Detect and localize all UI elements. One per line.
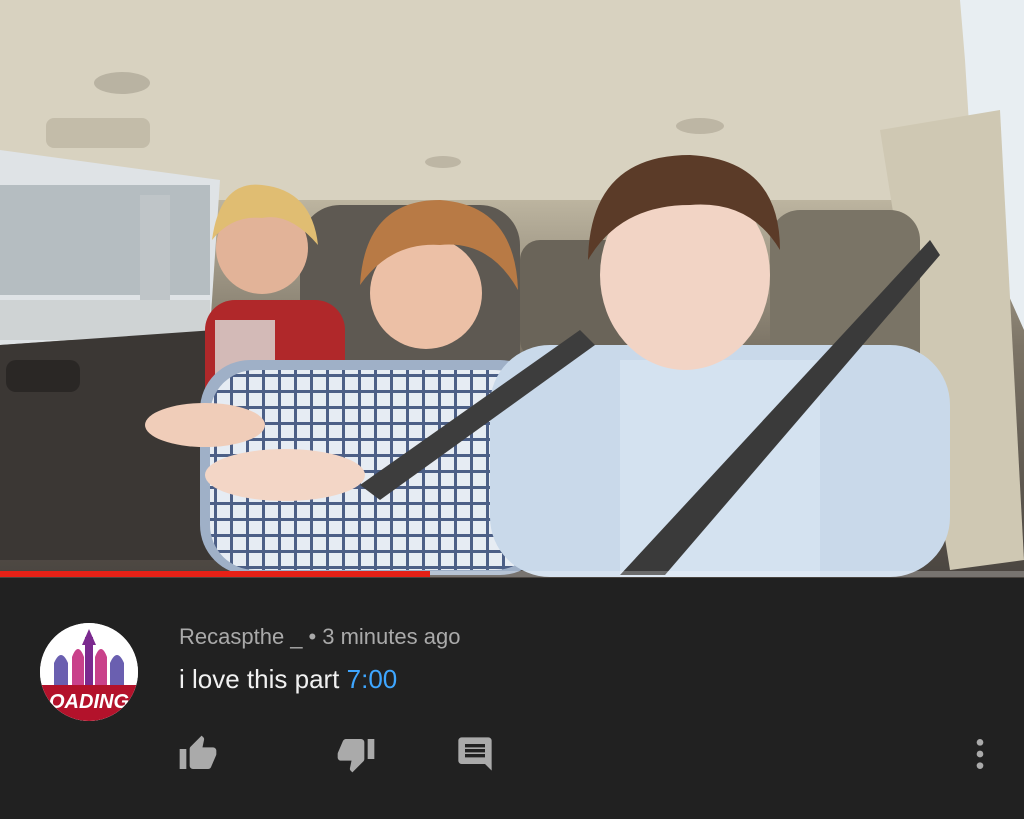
avatar-text: OADING [49, 691, 129, 713]
thumbs-down-icon [337, 739, 375, 773]
thumbs-up-icon [179, 735, 217, 769]
comment-time: 3 minutes ago [322, 624, 461, 649]
castle-icon: OADING [40, 623, 138, 721]
video-frame-image [0, 0, 1024, 577]
like-button[interactable] [176, 732, 220, 776]
author-name[interactable]: Recaspthe _ [179, 624, 303, 649]
comment-body: i love this part [179, 664, 340, 694]
comment-text: i love this part 7:00 [179, 664, 397, 695]
meta-separator: • [308, 624, 317, 649]
avatar[interactable]: OADING [40, 623, 138, 721]
reply-button[interactable] [453, 732, 497, 776]
progress-bar[interactable] [0, 571, 1024, 577]
more-options-button[interactable] [958, 732, 1002, 776]
more-vert-icon [976, 739, 984, 769]
dislike-button[interactable] [334, 732, 378, 776]
progress-bar-played [0, 571, 431, 577]
comment-item: OADING Recaspthe _ • 3 minutes ago i love … [0, 578, 1024, 819]
timestamp-link[interactable]: 7:00 [347, 664, 398, 694]
comment-meta: Recaspthe _ • 3 minutes ago [179, 624, 460, 650]
reply-icon [458, 737, 492, 771]
video-player[interactable] [0, 0, 1024, 578]
